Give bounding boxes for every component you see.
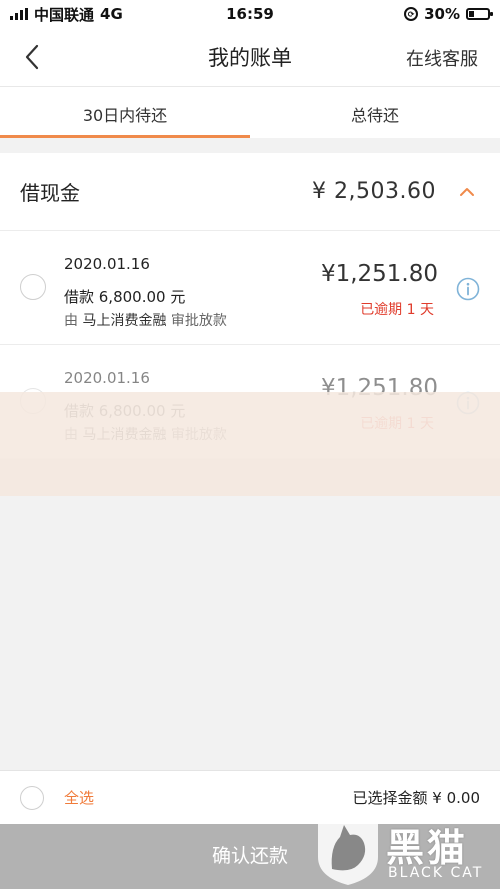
tab-total-due[interactable]: 总待还 [250,87,500,138]
online-service-button[interactable]: 在线客服 [406,45,478,71]
back-arrow-icon[interactable] [18,42,48,72]
section-title: 借现金 [20,181,80,205]
loan-principal: 借款 6,800.00 元 [64,402,186,420]
info-icon[interactable] [456,277,480,301]
lender-prefix: 由 [64,313,78,329]
loan-date: 2020.01.16 [64,255,150,273]
status-bar: 中国联通 4G 16:59 ⟳ 30% [0,0,500,28]
loan-item[interactable]: 2020.01.16 借款 6,800.00 元 由 马上消费金融 审批放款 ¥… [0,231,500,345]
confirm-repayment-button[interactable]: 确认还款 [0,824,500,889]
loan-card: 借现金 ¥ 2,503.60 2020.01.16 借款 6,800.00 元 … [0,153,500,459]
loan-amount: ¥1,251.80 [320,261,438,287]
battery-icon [466,8,493,20]
lender-suffix: 审批放款 [170,313,227,329]
overdue-status: 已逾期 1 天 [360,416,434,432]
section-header[interactable]: 借现金 ¥ 2,503.60 [0,153,500,231]
loan-lender-line: 由 马上消费金融 审批放款 [64,310,227,330]
lender-name: 马上消费金融 [82,313,167,329]
loan-lender-line: 由 马上消费金融 审批放款 [64,424,227,444]
network-label: 4G [100,5,123,23]
loan-principal: 借款 6,800.00 元 [64,288,186,306]
carrier-label: 中国联通 [34,5,95,24]
nav-bar: 我的账单 在线客服 [0,28,500,86]
chevron-up-icon[interactable] [458,183,476,201]
loan-amount: ¥1,251.80 [320,375,438,401]
battery-percent: 30% [424,5,460,23]
loan-item[interactable]: 2020.01.16 借款 6,800.00 元 由 马上消费金融 审批放款 ¥… [0,345,500,459]
signal-icon [10,8,28,20]
section-total: ¥ 2,503.60 [312,179,436,204]
select-all-label[interactable]: 全选 [64,787,94,808]
info-icon[interactable] [456,391,480,415]
rotation-lock-icon: ⟳ [404,7,419,21]
selection-bar: 全选 已选择金额 ¥ 0.00 [0,770,500,824]
lender-prefix: 由 [64,427,78,443]
lender-suffix: 审批放款 [170,427,227,443]
select-all-radio[interactable] [20,785,44,810]
selected-amount: 已选择金额 ¥ 0.00 [352,789,480,807]
loan-date: 2020.01.16 [64,369,150,387]
tab-due-30-days[interactable]: 30日内待还 [0,87,250,138]
loan-select-radio[interactable] [20,388,46,414]
loan-select-radio[interactable] [20,274,46,300]
overdue-status: 已逾期 1 天 [360,302,434,318]
lender-name: 马上消费金融 [82,427,167,443]
tab-bar: 30日内待还 总待还 [0,86,500,138]
